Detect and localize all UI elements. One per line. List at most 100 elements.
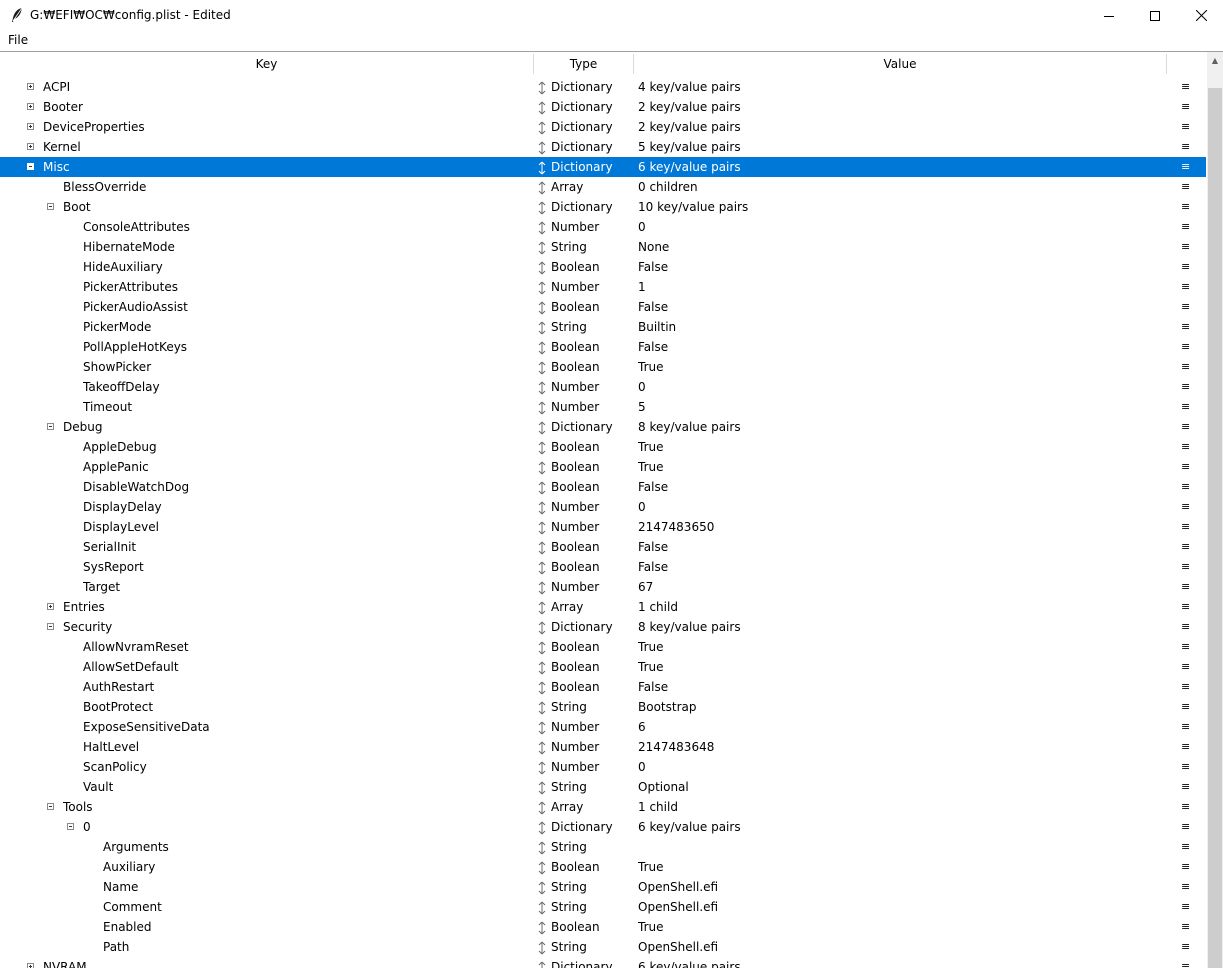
row-value[interactable]: 0 <box>638 380 646 394</box>
type-updown-icon[interactable] <box>538 321 546 335</box>
row-value[interactable]: 67 <box>638 580 653 594</box>
tree-row[interactable]: HideAuxiliary Boolean False ≡ <box>0 257 1206 277</box>
type-updown-icon[interactable] <box>538 461 546 475</box>
type-updown-icon[interactable] <box>538 201 546 215</box>
row-menu-icon[interactable]: ≡ <box>1181 440 1190 453</box>
row-key[interactable]: Boot <box>63 200 91 214</box>
row-menu-icon[interactable]: ≡ <box>1181 700 1190 713</box>
type-updown-icon[interactable] <box>538 681 546 695</box>
row-value[interactable]: 4 key/value pairs <box>638 80 741 94</box>
row-menu-icon[interactable]: ≡ <box>1181 920 1190 933</box>
type-updown-icon[interactable] <box>538 441 546 455</box>
row-menu-icon[interactable]: ≡ <box>1181 520 1190 533</box>
row-value[interactable]: False <box>638 680 668 694</box>
row-menu-icon[interactable]: ≡ <box>1181 100 1190 113</box>
tree-row[interactable]: ShowPicker Boolean True ≡ <box>0 357 1206 377</box>
row-key[interactable]: 0 <box>83 820 91 834</box>
tree-row[interactable]: Path String OpenShell.efi ≡ <box>0 937 1206 957</box>
row-menu-icon[interactable]: ≡ <box>1181 820 1190 833</box>
row-menu-icon[interactable]: ≡ <box>1181 540 1190 553</box>
row-key[interactable]: Debug <box>63 420 102 434</box>
type-updown-icon[interactable] <box>538 601 546 615</box>
row-value[interactable]: 5 key/value pairs <box>638 140 741 154</box>
tree-row[interactable]: ApplePanic Boolean True ≡ <box>0 457 1206 477</box>
row-menu-icon[interactable]: ≡ <box>1181 600 1190 613</box>
type-updown-icon[interactable] <box>538 381 546 395</box>
row-value[interactable]: 5 <box>638 400 646 414</box>
row-value[interactable]: 1 child <box>638 600 678 614</box>
type-updown-icon[interactable] <box>538 541 546 555</box>
row-value[interactable]: 2 key/value pairs <box>638 100 741 114</box>
row-key[interactable]: HideAuxiliary <box>83 260 163 274</box>
row-menu-icon[interactable]: ≡ <box>1181 140 1190 153</box>
row-value[interactable]: OpenShell.efi <box>638 900 718 914</box>
scroll-up-arrow-icon[interactable]: ▲ <box>1207 52 1223 69</box>
tree-row[interactable]: Misc Dictionary 6 key/value pairs ≡ <box>0 157 1206 177</box>
type-updown-icon[interactable] <box>538 421 546 435</box>
row-type[interactable]: Boolean <box>551 460 600 474</box>
row-type[interactable]: Dictionary <box>551 80 613 94</box>
row-menu-icon[interactable]: ≡ <box>1181 380 1190 393</box>
tree-row[interactable]: AllowSetDefault Boolean True ≡ <box>0 657 1206 677</box>
type-updown-icon[interactable] <box>538 801 546 815</box>
row-type[interactable]: Boolean <box>551 440 600 454</box>
tree-row[interactable]: SysReport Boolean False ≡ <box>0 557 1206 577</box>
tree-row[interactable]: HibernateMode String None ≡ <box>0 237 1206 257</box>
row-key[interactable]: PickerMode <box>83 320 151 334</box>
row-type[interactable]: Boolean <box>551 340 600 354</box>
row-menu-icon[interactable]: ≡ <box>1181 560 1190 573</box>
expand-icon[interactable] <box>47 603 54 610</box>
tree-row[interactable]: TakeoffDelay Number 0 ≡ <box>0 377 1206 397</box>
row-value[interactable]: 1 child <box>638 800 678 814</box>
tree-row[interactable]: DisableWatchDog Boolean False ≡ <box>0 477 1206 497</box>
row-value[interactable]: 0 <box>638 500 646 514</box>
row-key[interactable]: Tools <box>63 800 93 814</box>
row-key[interactable]: Path <box>103 940 129 954</box>
row-value[interactable]: True <box>638 440 664 454</box>
vertical-scrollbar[interactable]: ▲ <box>1207 52 1223 968</box>
row-key[interactable]: ApplePanic <box>83 460 149 474</box>
tree-row[interactable]: Target Number 67 ≡ <box>0 577 1206 597</box>
tree-row[interactable]: ConsoleAttributes Number 0 ≡ <box>0 217 1206 237</box>
row-type[interactable]: Dictionary <box>551 620 613 634</box>
row-menu-icon[interactable]: ≡ <box>1181 640 1190 653</box>
type-updown-icon[interactable] <box>538 161 546 175</box>
row-value[interactable]: True <box>638 660 664 674</box>
collapse-icon[interactable] <box>47 803 54 810</box>
row-key[interactable]: ScanPolicy <box>83 760 147 774</box>
row-menu-icon[interactable]: ≡ <box>1181 320 1190 333</box>
row-type[interactable]: Number <box>551 760 599 774</box>
type-updown-icon[interactable] <box>538 921 546 935</box>
row-type[interactable]: Boolean <box>551 920 600 934</box>
row-value[interactable]: OpenShell.efi <box>638 940 718 954</box>
row-type[interactable]: Dictionary <box>551 100 613 114</box>
row-value[interactable]: Builtin <box>638 320 676 334</box>
row-key[interactable]: Enabled <box>103 920 152 934</box>
row-key[interactable]: AllowNvramReset <box>83 640 189 654</box>
row-type[interactable]: Boolean <box>551 560 600 574</box>
type-updown-icon[interactable] <box>538 821 546 835</box>
type-updown-icon[interactable] <box>538 781 546 795</box>
row-type[interactable]: Number <box>551 520 599 534</box>
tree-row[interactable]: DisplayLevel Number 2147483650 ≡ <box>0 517 1206 537</box>
row-menu-icon[interactable]: ≡ <box>1181 900 1190 913</box>
collapse-icon[interactable] <box>47 423 54 430</box>
expand-icon[interactable] <box>27 963 34 968</box>
row-type[interactable]: Dictionary <box>551 420 613 434</box>
row-key[interactable]: HibernateMode <box>83 240 175 254</box>
tree-row[interactable]: ScanPolicy Number 0 ≡ <box>0 757 1206 777</box>
row-value[interactable]: 2147483648 <box>638 740 714 754</box>
row-menu-icon[interactable]: ≡ <box>1181 360 1190 373</box>
row-value[interactable]: True <box>638 360 664 374</box>
row-type[interactable]: Boolean <box>551 360 600 374</box>
row-value[interactable]: 8 key/value pairs <box>638 620 741 634</box>
column-header-type[interactable]: Type <box>534 52 633 76</box>
row-key[interactable]: Arguments <box>103 840 169 854</box>
row-value[interactable]: OpenShell.efi <box>638 880 718 894</box>
row-type[interactable]: Number <box>551 400 599 414</box>
row-value[interactable]: False <box>638 560 668 574</box>
row-menu-icon[interactable]: ≡ <box>1181 160 1190 173</box>
tree-row[interactable]: Vault String Optional ≡ <box>0 777 1206 797</box>
tree-row[interactable]: ExposeSensitiveData Number 6 ≡ <box>0 717 1206 737</box>
row-menu-icon[interactable]: ≡ <box>1181 200 1190 213</box>
